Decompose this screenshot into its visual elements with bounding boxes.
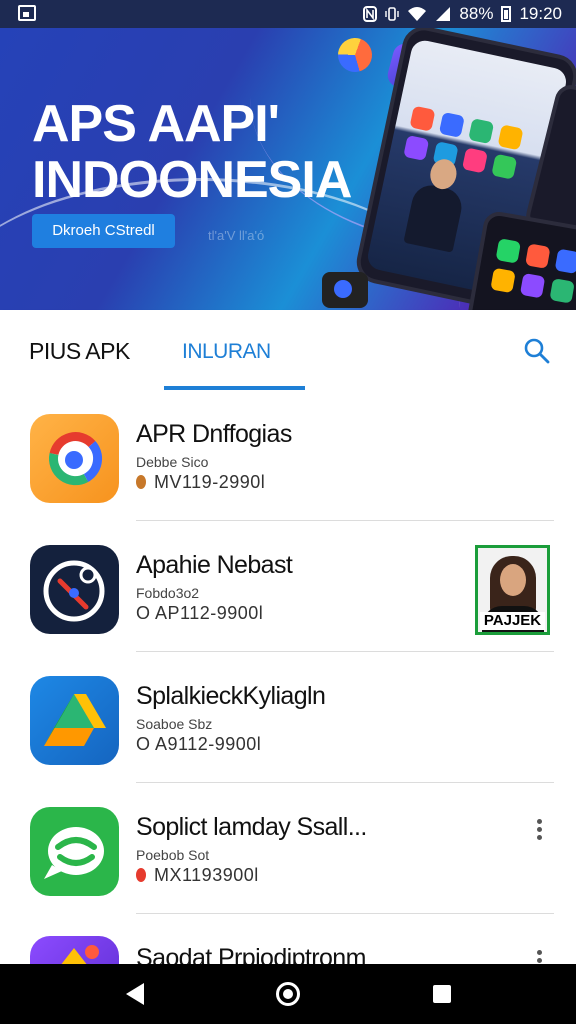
app-id: O AP112-9900l (136, 603, 264, 623)
app-subtitle: Debbe Sico (136, 454, 209, 470)
chrome-like-icon[interactable] (30, 414, 119, 503)
app-title: Apahie Nebast (136, 551, 293, 579)
app-subtitle: Fobdo3o2 (136, 585, 200, 601)
search-icon[interactable] (522, 336, 552, 366)
badge-dot-icon (136, 475, 146, 489)
tab-inluran[interactable]: INLURAN (182, 340, 271, 364)
more-options-icon[interactable] (533, 950, 545, 964)
battery-icon (501, 6, 512, 22)
wifi-icon (408, 7, 427, 21)
app-subtitle: Soaboe Sbz (136, 716, 213, 732)
tab-bar: PIUS APK INLURAN (0, 310, 576, 390)
list-item[interactable]: Saodat Prpiodiptronm (0, 914, 576, 964)
thumbnail-label: PAJJEK (480, 612, 545, 630)
gadget-illustration (322, 272, 368, 308)
back-icon[interactable] (126, 983, 144, 1005)
banner-cta-button[interactable]: Dkroeh CStredl (32, 214, 175, 248)
app-icon[interactable] (30, 936, 119, 964)
app-id-text: MV119-2990l (154, 472, 266, 492)
compass-icon[interactable] (30, 545, 119, 634)
app-id: MV119-2990l (136, 472, 265, 493)
screenshot-icon (18, 5, 36, 21)
app-id: O A9112-9900l (136, 734, 262, 754)
list-item[interactable]: Soplict lamday Ssall... Poebob Sot MX119… (0, 783, 576, 914)
system-nav-bar (0, 964, 576, 1024)
app-id: MX1193900l (136, 865, 259, 886)
app-thumbnail-image[interactable]: PAJJEK (475, 545, 550, 635)
app-subtitle: Poebob Sot (136, 847, 210, 863)
app-title: SplalkieckKyliagln (136, 682, 326, 710)
list-item[interactable]: APR Dnffogias Debbe Sico MV119-2990l (0, 390, 576, 521)
drive-icon[interactable] (30, 676, 119, 765)
app-title: Soplict lamday Ssall... (136, 813, 367, 841)
app-title: APR Dnffogias (136, 420, 292, 448)
tab-plus-apk[interactable]: PIUS APK (29, 338, 130, 365)
app-list[interactable]: APR Dnffogias Debbe Sico MV119-2990l Apa… (0, 390, 576, 964)
status-icons: 88% 19:20 (363, 4, 562, 24)
battery-text: 88% (459, 4, 494, 23)
banner-faint-text: tl'a'V ll'a'ó (208, 228, 265, 243)
banner-title-line2: INDOONESIA (32, 151, 352, 209)
nfc-icon (363, 6, 378, 22)
person-image (403, 154, 471, 253)
vibrate-icon (385, 7, 400, 21)
app-title: Saodat Prpiodiptronm (136, 944, 366, 964)
banner-title: APS AAPI' INDOONESIA (32, 95, 352, 209)
promo-banner[interactable]: APS AAPI' INDOONESIA Dkroeh CStredl tl'a… (0, 28, 576, 310)
more-options-icon[interactable] (533, 819, 545, 843)
list-item[interactable]: SplalkieckKyliagln Soaboe Sbz O A9112-99… (0, 652, 576, 783)
status-time: 19:20 (519, 4, 562, 23)
signal-icon (436, 7, 451, 21)
badge-dot-icon (136, 868, 146, 882)
chat-icon[interactable] (30, 807, 119, 896)
recents-icon[interactable] (433, 985, 451, 1003)
home-icon[interactable] (276, 982, 300, 1006)
app-id-text: MX1193900l (154, 865, 259, 885)
banner-title-line1: APS AAPI' (32, 95, 280, 153)
status-bar: 88% 19:20 (0, 0, 576, 28)
